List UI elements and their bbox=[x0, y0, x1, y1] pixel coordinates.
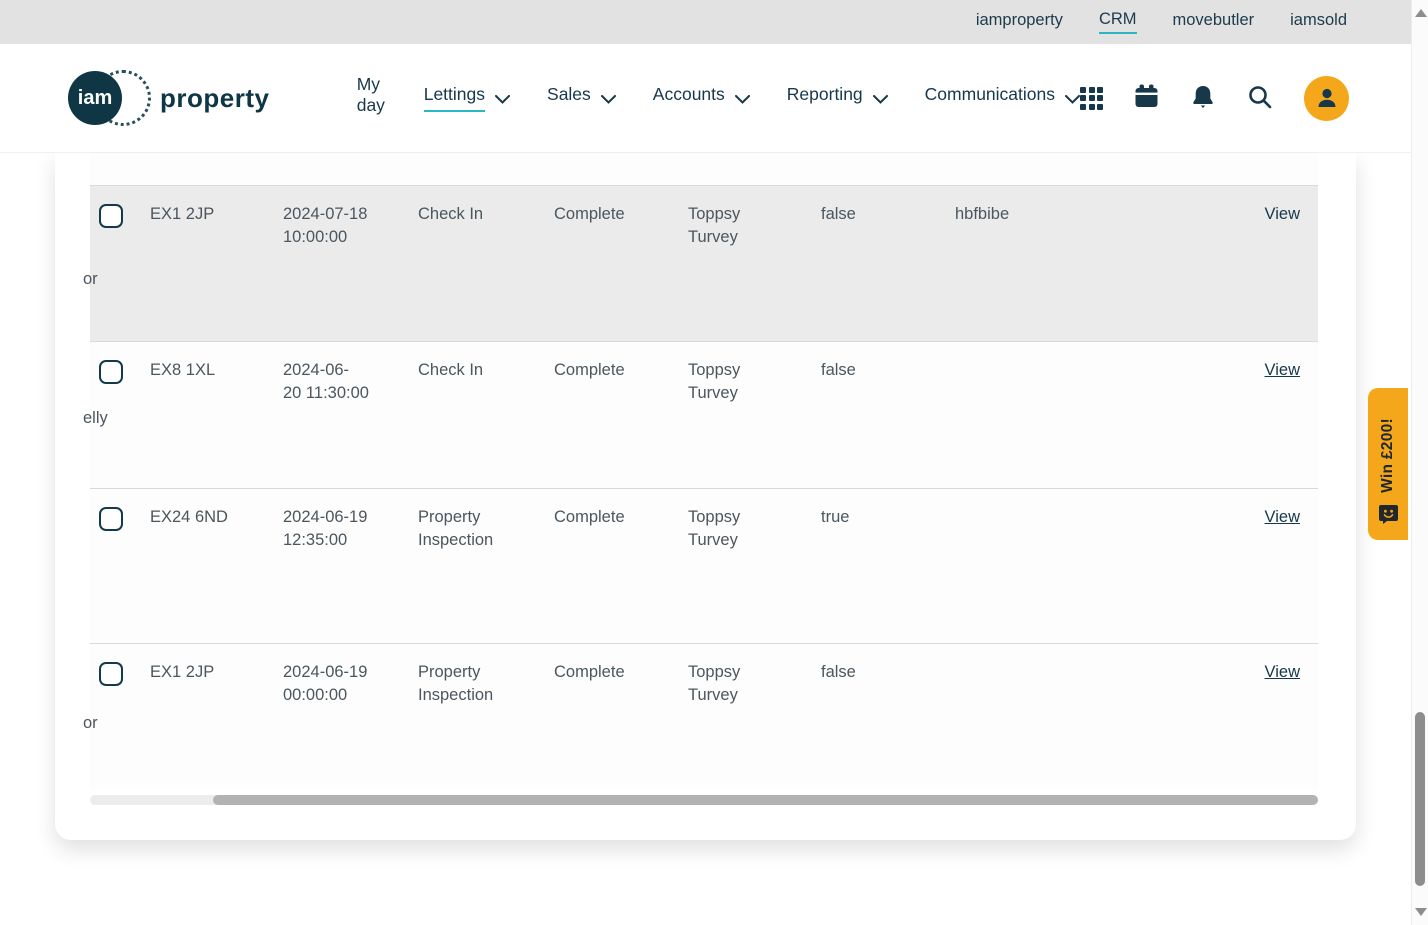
cell-flag: false bbox=[821, 205, 856, 223]
cell-appointment-type: Property Inspection bbox=[418, 663, 494, 704]
table-row[interactable]: elly EX8 1XL 2024-06- 20 11:30:00 Check … bbox=[83, 342, 1318, 489]
cell-flag: true bbox=[821, 508, 850, 526]
iamproperty-logo[interactable]: iam property bbox=[68, 60, 295, 136]
row-checkbox[interactable] bbox=[99, 204, 123, 228]
nav-sales[interactable]: Sales bbox=[547, 84, 616, 112]
results-card: or EX1 2JP 2024-07-18 10:00:00 Check In … bbox=[55, 152, 1356, 840]
nav-my-day-label: My day bbox=[356, 73, 385, 115]
cell-postcode: EX8 1XL bbox=[150, 361, 216, 379]
row-checkbox[interactable] bbox=[99, 507, 123, 531]
clipped-cell-fragment: or bbox=[83, 714, 98, 732]
main-nav: My day Lettings Sales Accounts Reporting… bbox=[357, 74, 1080, 123]
cell-flag: false bbox=[821, 361, 856, 379]
cell-person: Toppsy Turvey bbox=[688, 205, 741, 246]
cell-datetime: 2024-06-19 00:00:00 bbox=[283, 663, 368, 704]
logo-wordmark: property bbox=[160, 82, 270, 113]
utility-bar: iamproperty CRM movebutler iamsold bbox=[0, 0, 1411, 44]
nav-lettings[interactable]: Lettings bbox=[423, 84, 511, 112]
cell-status: Complete bbox=[554, 361, 625, 379]
vertical-scrollbar[interactable] bbox=[1411, 0, 1428, 925]
view-link[interactable]: View bbox=[1265, 508, 1300, 526]
nav-accounts-label: Accounts bbox=[652, 84, 725, 104]
utilbar-link-iamproperty[interactable]: iamproperty bbox=[976, 11, 1063, 33]
utilbar-link-iamsold[interactable]: iamsold bbox=[1290, 11, 1347, 33]
chevron-down-icon bbox=[734, 93, 750, 104]
calendar-icon[interactable] bbox=[1134, 84, 1159, 112]
nav-communications-label: Communications bbox=[924, 84, 1055, 104]
cell-postcode: EX1 2JP bbox=[150, 663, 215, 681]
nav-communications[interactable]: Communications bbox=[925, 84, 1080, 112]
cell-status: Complete bbox=[554, 205, 625, 223]
nav-sales-label: Sales bbox=[547, 84, 591, 104]
user-avatar[interactable] bbox=[1304, 75, 1349, 121]
win-200-promo-badge[interactable]: Win £200! bbox=[1368, 388, 1408, 540]
view-link[interactable]: View bbox=[1265, 361, 1300, 379]
cell-postcode: EX24 6ND bbox=[150, 508, 228, 526]
cell-person: Toppsy Turvey bbox=[688, 663, 741, 704]
view-link[interactable]: View bbox=[1265, 205, 1300, 223]
cell-flag: false bbox=[821, 663, 856, 681]
cell-status: Complete bbox=[554, 663, 625, 681]
clipped-table-row bbox=[90, 152, 1318, 186]
row-checkbox[interactable] bbox=[99, 360, 123, 384]
cell-appointment-type: Check In bbox=[418, 205, 484, 223]
chevron-down-icon bbox=[1065, 93, 1080, 104]
nav-reporting[interactable]: Reporting bbox=[787, 84, 888, 112]
app-header: iam property My day Lettings Sales Accou… bbox=[0, 44, 1411, 152]
cell-postcode: EX1 2JP bbox=[150, 205, 215, 223]
chevron-down-icon bbox=[600, 93, 616, 104]
cell-person: Toppsy Turvey bbox=[688, 361, 741, 402]
clipped-cell-fragment: elly bbox=[83, 409, 108, 427]
scroll-down-arrow-icon[interactable] bbox=[1415, 908, 1427, 916]
clipped-cell-fragment: or bbox=[83, 270, 98, 288]
person-icon bbox=[1318, 88, 1335, 107]
view-link[interactable]: View bbox=[1265, 663, 1300, 681]
apps-grid-icon[interactable] bbox=[1080, 86, 1103, 110]
nav-accounts[interactable]: Accounts bbox=[653, 84, 750, 112]
promo-label: Win £200! bbox=[1379, 418, 1396, 493]
table-scroll-area[interactable]: or EX1 2JP 2024-07-18 10:00:00 Check In … bbox=[83, 152, 1318, 805]
scroll-up-arrow-icon[interactable] bbox=[1415, 9, 1427, 17]
utilbar-link-crm[interactable]: CRM bbox=[1098, 10, 1137, 34]
cell-code: hbfbibe bbox=[955, 205, 1010, 223]
page-content: or EX1 2JP 2024-07-18 10:00:00 Check In … bbox=[0, 152, 1411, 840]
utilbar-link-movebutler[interactable]: movebutler bbox=[1173, 11, 1255, 33]
header-icon-group bbox=[1080, 75, 1349, 121]
cell-datetime: 2024-06- 20 11:30:00 bbox=[283, 361, 369, 402]
nav-lettings-label: Lettings bbox=[423, 84, 486, 112]
chevron-down-icon bbox=[872, 93, 888, 104]
table-row[interactable]: or EX1 2JP 2024-07-18 10:00:00 Check In … bbox=[83, 186, 1318, 342]
vertical-scrollbar-thumb[interactable] bbox=[1415, 712, 1425, 886]
logo-circle: iam bbox=[68, 71, 122, 125]
nav-my-day[interactable]: My day bbox=[357, 74, 387, 123]
cell-datetime: 2024-06-19 12:35:00 bbox=[283, 508, 368, 549]
chat-smile-icon bbox=[1378, 505, 1398, 524]
nav-reporting-label: Reporting bbox=[786, 84, 863, 104]
cell-appointment-type: Property Inspection bbox=[418, 508, 494, 549]
row-checkbox[interactable] bbox=[99, 662, 123, 686]
search-icon[interactable] bbox=[1247, 84, 1273, 113]
chevron-down-icon bbox=[495, 93, 511, 104]
cell-datetime: 2024-07-18 10:00:00 bbox=[283, 205, 368, 246]
app-page: iamproperty CRM movebutler iamsold iam p… bbox=[0, 0, 1411, 925]
horizontal-scrollbar-thumb[interactable] bbox=[213, 795, 1318, 805]
table-row[interactable]: or EX1 2JP 2024-06-19 00:00:00 Property … bbox=[83, 644, 1318, 789]
cell-person: Toppsy Turvey bbox=[688, 508, 741, 549]
cell-status: Complete bbox=[554, 508, 625, 526]
table-row[interactable]: EX24 6ND 2024-06-19 12:35:00 Property In… bbox=[90, 489, 1318, 644]
notifications-bell-icon[interactable] bbox=[1190, 84, 1216, 113]
cell-appointment-type: Check In bbox=[418, 361, 484, 379]
horizontal-scrollbar[interactable] bbox=[90, 795, 1318, 805]
